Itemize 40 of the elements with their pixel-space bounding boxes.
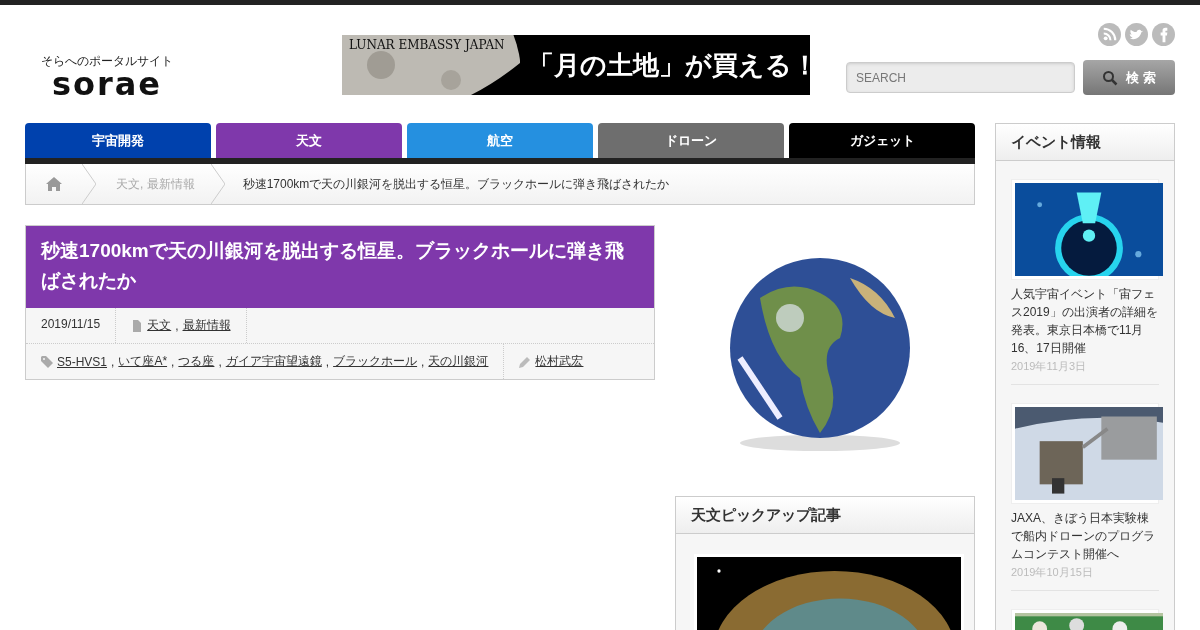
tag-link[interactable]: ブラックホール xyxy=(333,353,418,370)
category-link[interactable]: 最新情報 xyxy=(182,317,231,334)
event-link[interactable]: JAXA、きぼう日本実験棟で船内ドローンのプログラムコンテスト開催へ xyxy=(1011,509,1159,563)
author-link[interactable]: 松村武宏 xyxy=(535,353,584,370)
list-separator: , xyxy=(111,354,115,369)
site-logo[interactable]: sorae xyxy=(51,70,163,98)
list-separator: , xyxy=(218,354,222,369)
tag-link[interactable]: いて座A* xyxy=(118,353,168,370)
ad-banner[interactable]: LUNAR EMBASSY JAPAN 「月の土地」が買える！ xyxy=(342,35,810,95)
tag-link[interactable]: S5-HVS1 xyxy=(57,354,108,369)
post-date: 2019/11/15 xyxy=(26,308,117,343)
list-separator: , xyxy=(175,318,179,333)
list-separator: , xyxy=(171,354,175,369)
tag-link[interactable]: つる座 xyxy=(178,353,215,370)
banner-headline: 「月の土地」が買える！ xyxy=(528,48,810,82)
nav-tab[interactable]: ドローン xyxy=(598,123,784,158)
list-separator: , xyxy=(325,354,330,369)
letter-f-icon[interactable] xyxy=(1152,23,1175,46)
bird-icon[interactable] xyxy=(1125,23,1148,46)
search-field[interactable]: SEARCH xyxy=(846,62,1075,93)
search-icon xyxy=(1102,69,1119,86)
nav-tab[interactable]: ガジェット xyxy=(789,123,975,158)
event-link[interactable]: 人気宇宙イベント「宙フェス2019」の出演者の詳細を発表。東京日本橋で11月16、17日開催 xyxy=(1011,285,1159,357)
breadcrumb-current: 秒速1700kmで天の川銀河を脱出する恒星。ブラックホールに弾き飛ばされたか xyxy=(241,175,670,193)
nav-tab[interactable]: 天文 xyxy=(216,123,402,158)
banner-brand: LUNAR EMBASSY JAPAN xyxy=(349,38,505,52)
widget-title: 天文ピックアップ記事 xyxy=(676,497,974,534)
document-icon xyxy=(131,319,144,332)
category-link[interactable]: 天文 xyxy=(147,317,172,334)
list-separator: , xyxy=(421,354,425,369)
nav-tab[interactable]: 宇宙開発 xyxy=(25,123,211,158)
tag-icon xyxy=(41,355,53,368)
pencil-icon xyxy=(519,355,532,368)
article-title: 秒速1700kmで天の川銀河を脱出する恒星。ブラックホールに弾き飛ばされたか xyxy=(26,226,654,308)
widget-title: イベント情報 xyxy=(996,124,1174,161)
home-icon[interactable] xyxy=(45,176,63,192)
rss-icon[interactable] xyxy=(1098,23,1121,46)
site-tagline: そらへのポータルサイト xyxy=(41,53,173,70)
tag-link[interactable]: ガイア宇宙望遠鏡 xyxy=(225,353,322,370)
tag-link[interactable]: 天の川銀河 xyxy=(428,353,489,370)
